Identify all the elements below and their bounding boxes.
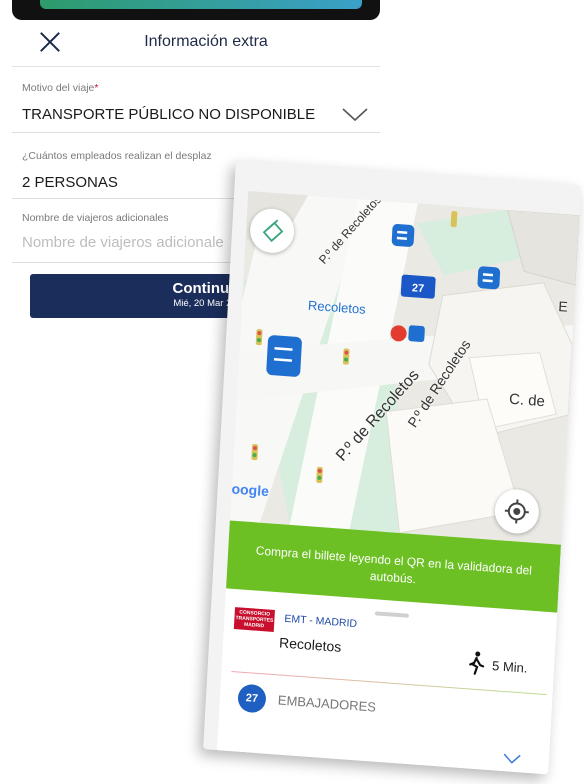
field-divider — [12, 132, 380, 133]
list-fade — [217, 718, 550, 775]
transit-card: 27 P.º de Recoletos Recoletos P.º de Rec… — [203, 160, 582, 775]
locate-icon — [504, 499, 529, 524]
transit-screen: 27 P.º de Recoletos Recoletos P.º de Rec… — [203, 160, 582, 775]
walk-icon — [469, 651, 485, 675]
street-label: C. de — [508, 390, 546, 411]
page-title: Información extra — [144, 33, 268, 50]
status-bar — [12, 0, 380, 20]
drag-handle[interactable] — [374, 611, 409, 618]
walk-time: 5 Min. — [491, 658, 528, 676]
additional-travelers-label: Nombre de viajeros adicionales — [22, 212, 169, 224]
employees-label: ¿Cuántos empleados realizan el desplaz — [22, 150, 212, 162]
trip-reason-select[interactable]: TRANSPORTE PÚBLICO NO DISPONIBLE — [22, 106, 315, 123]
employees-select[interactable]: 2 PERSONAS — [22, 174, 118, 191]
stop-name: Recoletos — [278, 634, 342, 655]
consorcio-logo: CONSORCIO TRANSPORTES MADRID — [233, 607, 275, 632]
ticket-icon — [262, 219, 284, 243]
operator-name: EMT - MADRID — [284, 612, 358, 631]
header-divider — [12, 66, 380, 67]
stop-info-panel: Compra el billete leyendo el QR en la va… — [217, 520, 562, 775]
chevron-down-icon[interactable] — [342, 108, 368, 122]
map-view[interactable]: 27 P.º de Recoletos Recoletos P.º de Rec… — [229, 190, 580, 545]
ticket-button[interactable] — [248, 207, 296, 255]
locate-button[interactable] — [493, 487, 540, 536]
additional-travelers-input[interactable]: Nombre de viajeros adicionale — [22, 234, 224, 251]
bus-badge-number: 27 — [412, 282, 425, 295]
trip-reason-label: Motivo del viaje* — [22, 82, 99, 94]
header-gradient — [40, 0, 362, 9]
line-destination[interactable]: EMBAJADORES — [278, 692, 377, 714]
line-badge[interactable]: 27 — [237, 683, 267, 714]
street-label: E — [557, 297, 569, 315]
required-mark: * — [94, 82, 99, 94]
chevron-down-icon[interactable] — [503, 753, 522, 764]
google-logo: oogle — [231, 480, 270, 500]
